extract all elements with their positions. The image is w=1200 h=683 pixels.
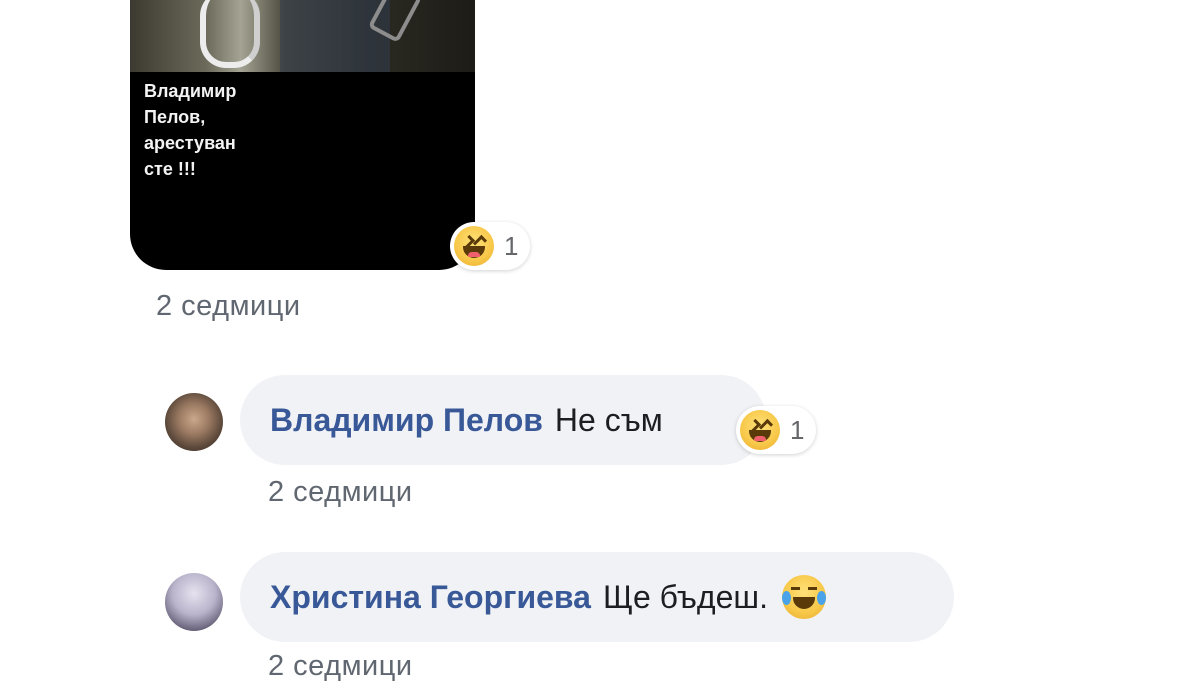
comment-text: Ще бъдеш. (602, 578, 768, 615)
comment-timestamp[interactable]: 2 седмици (268, 650, 413, 683)
photo-strip (130, 0, 475, 72)
tears-of-joy-icon (781, 575, 826, 619)
comment-bubble: Христина Георгиева Ще бъдеш. (240, 552, 954, 642)
haha-icon (740, 410, 780, 450)
comment-image[interactable]: Владимир Пелов, арестуван сте !!! (130, 0, 475, 270)
haha-icon (454, 226, 494, 266)
comment-timestamp[interactable]: 2 седмици (156, 290, 301, 323)
avatar[interactable] (165, 573, 223, 631)
comment-author[interactable]: Владимир Пелов (270, 402, 543, 439)
reaction-count: 1 (504, 230, 519, 261)
meme-caption: Владимир Пелов, арестуван сте !!! (144, 81, 237, 179)
comment-text: Не съм (554, 401, 663, 438)
reaction-summary[interactable]: 1 (736, 406, 817, 454)
comment-author[interactable]: Христина Георгиева (270, 579, 591, 616)
avatar[interactable] (165, 393, 223, 451)
comment-bubble: Владимир Пелов Не съм (240, 375, 766, 465)
reaction-count: 1 (790, 414, 805, 445)
comment-timestamp[interactable]: 2 седмици (268, 476, 413, 509)
reaction-summary-image[interactable]: 1 (450, 222, 531, 270)
